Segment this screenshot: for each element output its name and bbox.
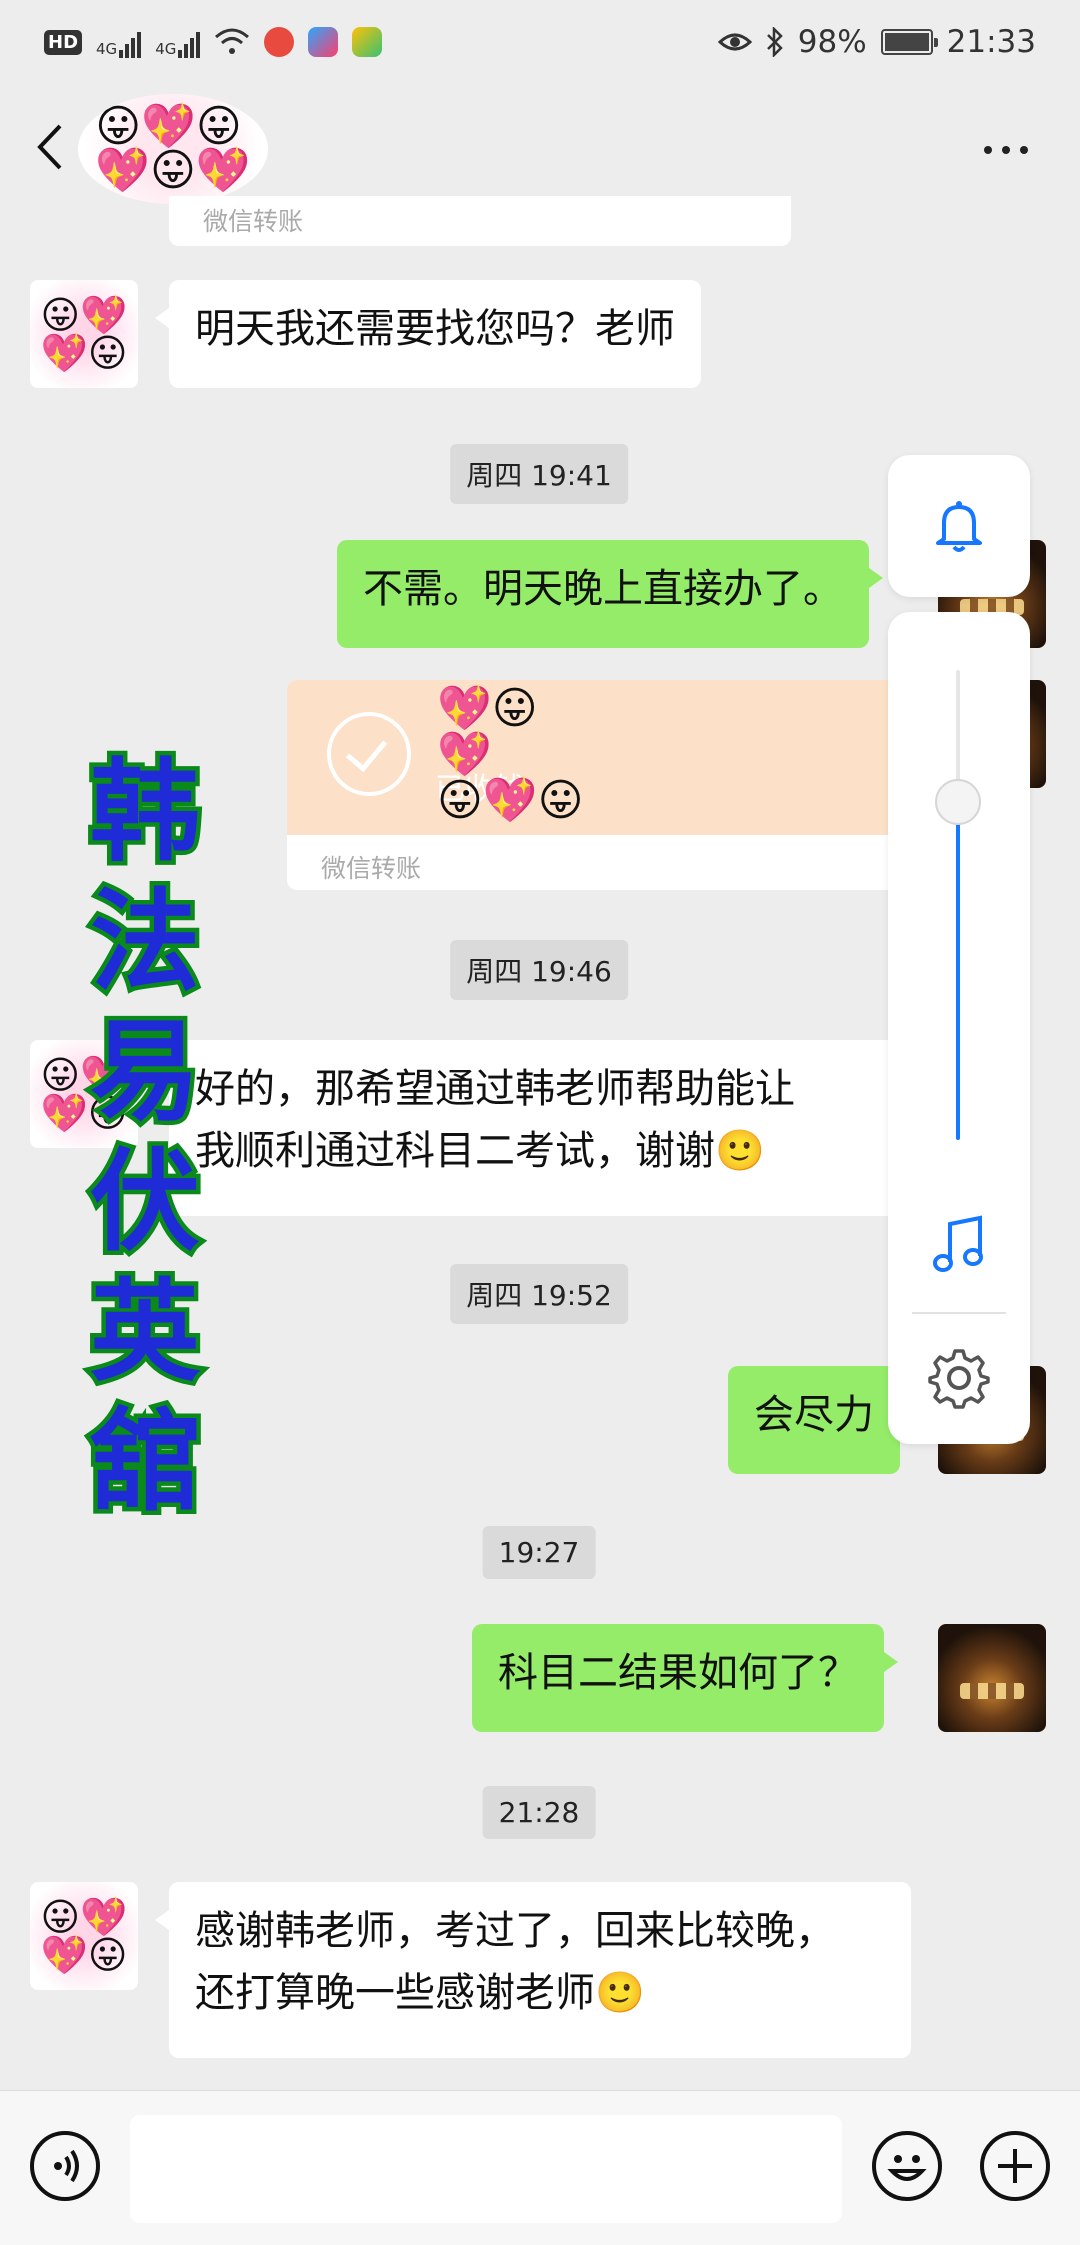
ringer-button[interactable] bbox=[888, 455, 1030, 597]
message-text-line: 还打算晚一些感谢老师🙂 bbox=[195, 1970, 645, 2016]
message-text-line: 我顺利通过科目二考试，谢谢🙂 bbox=[195, 1128, 765, 1174]
transfer-caption: 微信转账 bbox=[321, 854, 422, 883]
youku-app-icon bbox=[308, 27, 339, 57]
emoji-icon[interactable] bbox=[872, 2131, 942, 2201]
contact-avatar[interactable]: 😛💖 💖😛 bbox=[30, 1882, 138, 1990]
transfer-card[interactable]: 已收钱 💖😛💖 😛💖😛 微信转账 bbox=[287, 680, 907, 890]
message-sent[interactable]: 科目二结果如何了？ bbox=[472, 1624, 898, 1732]
watermark-char: 舘 bbox=[86, 1395, 205, 1528]
signal-icon: 4G bbox=[96, 26, 142, 58]
network-label-2: 4G bbox=[155, 40, 177, 58]
battery-percent: 98% bbox=[797, 24, 867, 60]
more-icon[interactable] bbox=[984, 146, 1028, 154]
previous-transfer-card[interactable]: 微信转账 bbox=[169, 196, 791, 246]
message-received[interactable]: 感谢韩老师，考过了，回来比较晚， 还打算晚一些感谢老师🙂 bbox=[155, 1882, 911, 2058]
weibo-app-icon bbox=[264, 27, 295, 57]
eye-icon bbox=[717, 33, 752, 51]
wifi-icon bbox=[215, 28, 250, 54]
message-text: 不需。明天晚上直接办了。 bbox=[363, 566, 843, 612]
message-received[interactable]: 明天我还需要找您吗？老师 bbox=[155, 280, 701, 388]
timestamp: 周四 19:46 bbox=[450, 940, 628, 1000]
watermark-char: 伏 bbox=[86, 1135, 205, 1268]
volume-slider-handle[interactable] bbox=[935, 778, 981, 825]
status-right: 98% 21:33 bbox=[717, 24, 1036, 60]
message-text-line: 好的，那希望通过韩老师帮助能让 bbox=[195, 1066, 795, 1112]
music-note-icon[interactable] bbox=[930, 1212, 988, 1276]
divider bbox=[912, 1312, 1006, 1314]
chat-header: 😛💖😛 💖😛💖 bbox=[0, 84, 1080, 212]
transfer-card-footer: 微信转账 bbox=[287, 835, 907, 890]
input-bar bbox=[0, 2090, 1080, 2245]
bell-icon bbox=[936, 501, 982, 552]
timestamp: 周四 19:41 bbox=[450, 444, 628, 504]
clock: 21:33 bbox=[946, 24, 1036, 60]
timestamp: 21:28 bbox=[482, 1786, 596, 1839]
watermark-char: 易 bbox=[86, 1005, 205, 1138]
watermark-char: 英 bbox=[86, 1265, 205, 1398]
watermark-text: 韩 法 易 伏 英 舘 bbox=[70, 745, 220, 1528]
status-bar: HD 4G 4G 98% 21:33 bbox=[0, 0, 1080, 84]
back-arrow-icon[interactable] bbox=[32, 122, 66, 172]
hd-badge: HD bbox=[44, 29, 83, 55]
gear-icon[interactable] bbox=[928, 1347, 990, 1409]
plus-icon[interactable] bbox=[980, 2131, 1050, 2201]
message-sent[interactable]: 会尽力 bbox=[728, 1366, 914, 1474]
title-sticker: 😛💖😛 💖😛💖 bbox=[78, 94, 268, 204]
transfer-caption: 微信转账 bbox=[203, 207, 304, 236]
status-left: HD 4G 4G bbox=[44, 26, 383, 58]
volume-slider[interactable] bbox=[956, 670, 960, 1140]
volume-panel bbox=[888, 612, 1030, 1444]
signal-icon-2: 4G bbox=[155, 26, 201, 58]
message-text: 科目二结果如何了？ bbox=[498, 1650, 858, 1696]
message-text-line: 感谢韩老师，考过了，回来比较晚， bbox=[195, 1908, 835, 1954]
watermark-char: 韩 bbox=[86, 745, 205, 878]
message-sent[interactable]: 不需。明天晚上直接办了。 bbox=[337, 540, 883, 648]
video-app-icon bbox=[352, 27, 383, 57]
watermark-char: 法 bbox=[86, 875, 205, 1008]
volume-slider-fill bbox=[956, 801, 960, 1140]
timestamp: 19:27 bbox=[482, 1526, 596, 1579]
bluetooth-icon bbox=[766, 27, 783, 57]
network-label: 4G bbox=[96, 40, 118, 58]
timestamp: 周四 19:52 bbox=[450, 1264, 628, 1324]
message-text: 会尽力 bbox=[754, 1392, 874, 1438]
transfer-sticker: 💖😛💖 😛💖😛 bbox=[437, 683, 584, 827]
message-text: 明天我还需要找您吗？老师 bbox=[195, 306, 675, 352]
my-avatar[interactable] bbox=[938, 1624, 1046, 1732]
voice-icon[interactable] bbox=[30, 2131, 100, 2201]
transfer-card-body: 已收钱 💖😛💖 😛💖😛 bbox=[287, 680, 907, 835]
message-received[interactable]: 好的，那希望通过韩老师帮助能让 我顺利通过科目二考试，谢谢🙂 bbox=[155, 1040, 909, 1216]
check-circle-icon bbox=[327, 712, 411, 796]
message-input[interactable] bbox=[130, 2115, 842, 2223]
battery-icon bbox=[880, 29, 938, 55]
contact-avatar[interactable]: 😛💖 💖😛 bbox=[30, 280, 138, 388]
